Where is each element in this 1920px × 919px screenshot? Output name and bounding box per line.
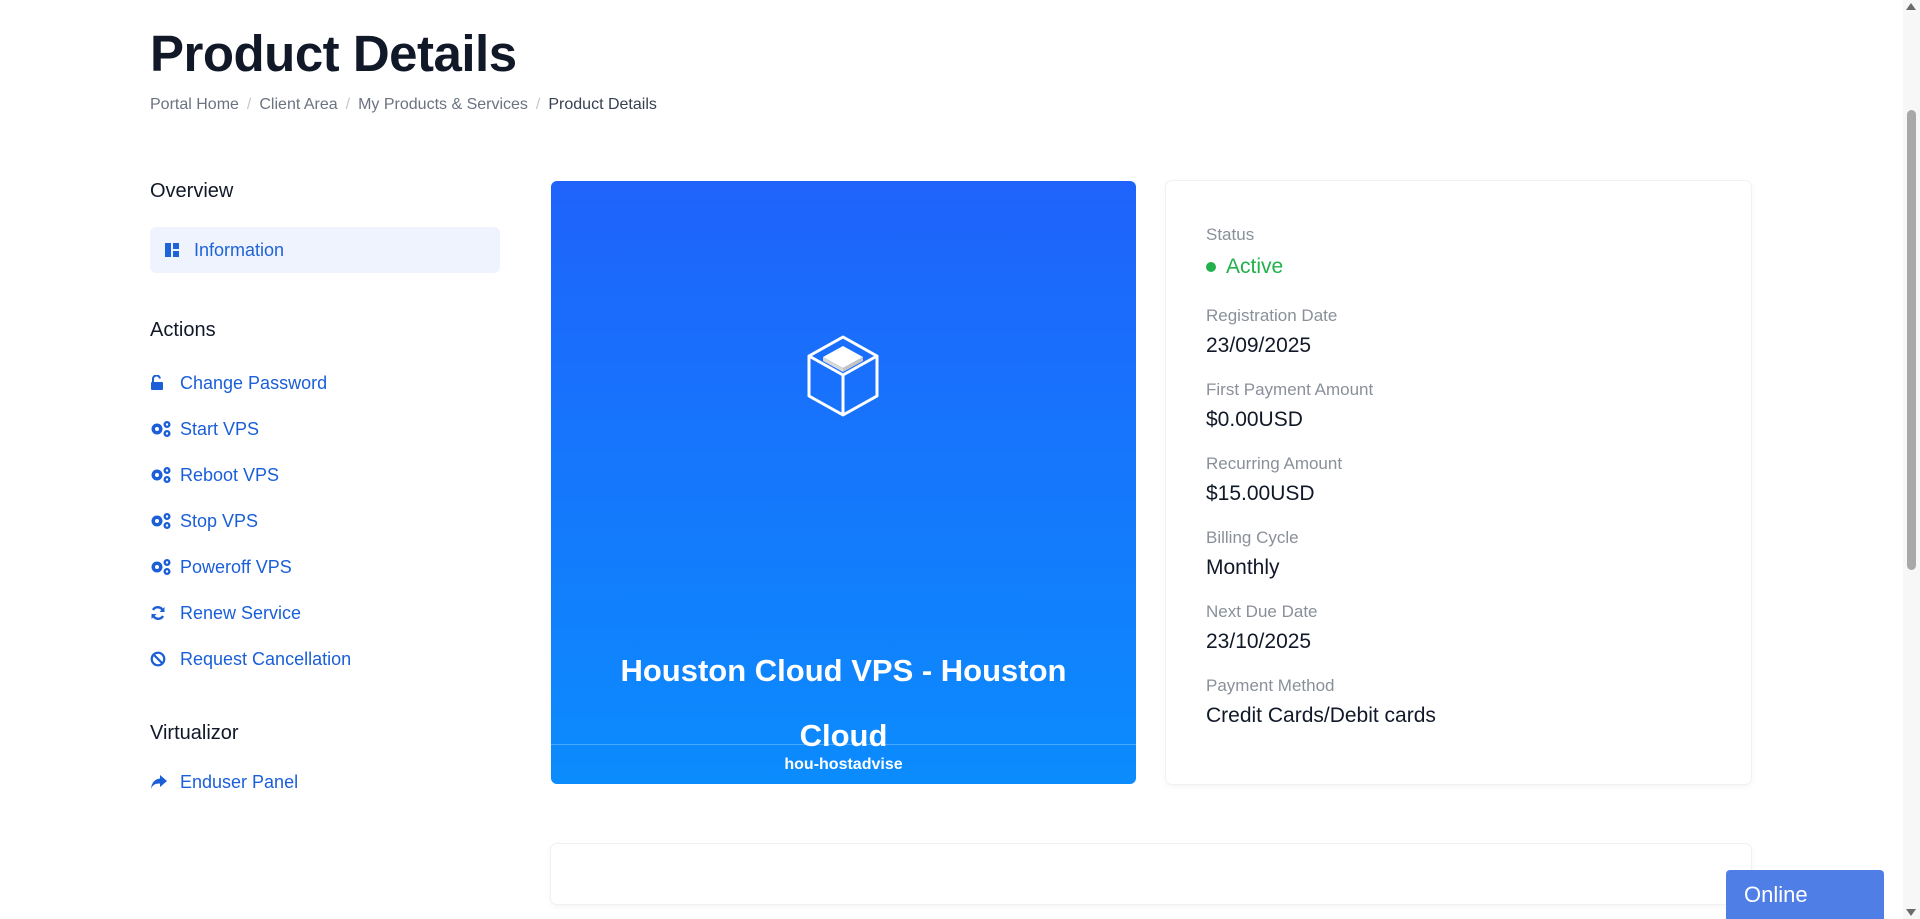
gears-icon [150,420,180,438]
scrollbar-thumb[interactable] [1907,110,1916,570]
sidebar-item-label: Reboot VPS [180,464,280,485]
breadcrumb-separator: / [345,96,351,113]
sidebar-heading-actions: Actions [150,319,216,341]
scroll-up-arrow-icon[interactable] [1906,3,1916,10]
share-icon [150,774,180,790]
sidebar-item-label: Request Cancellation [180,648,352,669]
unlock-icon [150,375,180,391]
sidebar-item-request-cancellation[interactable]: Request Cancellation [150,636,500,682]
breadcrumb-current: Product Details [548,96,657,113]
payment-method-value: Credit Cards/Debit cards [1206,704,1436,727]
sidebar-item-label: Start VPS [180,418,260,439]
sidebar-item-stop-vps[interactable]: Stop VPS [150,498,500,544]
billing-cycle-label: Billing Cycle [1206,528,1299,547]
sidebar-heading-virtualizor: Virtualizor [150,722,239,744]
sidebar-item-label: Change Password [180,372,328,393]
breadcrumb-client-area[interactable]: Client Area [259,96,337,114]
cube-icon [805,334,881,423]
breadcrumb: Portal Home / Client Area / My Products … [150,96,657,114]
billing-cycle-field: Billing Cycle Monthly [1206,528,1711,580]
breadcrumb-separator: / [535,96,541,113]
sidebar-item-reboot-vps[interactable]: Reboot VPS [150,452,500,498]
dashboard-icon [164,242,182,258]
ban-icon [150,651,180,667]
recurring-amount-label: Recurring Amount [1206,454,1343,473]
page-title: Product Details [150,25,517,82]
next-due-date-field: Next Due Date 23/10/2025 [1206,602,1711,654]
viewport: Product Details Portal Home / Client Are… [0,0,1920,919]
sidebar-item-information[interactable]: Information [150,227,500,273]
product-card: Houston Cloud VPS - Houston Cloud VPS #4… [551,181,1136,784]
next-due-date-label: Next Due Date [1206,602,1318,621]
registration-date-field: Registration Date 23/09/2025 [1206,306,1711,358]
payment-method-label: Payment Method [1206,676,1335,695]
first-payment-value: $0.00USD [1206,408,1303,431]
billing-cycle-value: Monthly [1206,556,1280,579]
secondary-panel [551,844,1751,904]
gears-icon [150,466,180,484]
sidebar-item-label: Enduser Panel [180,771,299,792]
status-field: Status Active [1206,225,1711,279]
sidebar-item-poweroff-vps[interactable]: Poweroff VPS [150,544,500,590]
product-hostname: hou-hostadvise [551,744,1136,784]
status-dot-icon [1206,262,1216,272]
chat-status-label: Online [1744,881,1808,907]
page-scrollbar[interactable] [1903,0,1920,919]
breadcrumb-separator: / [246,96,252,113]
sidebar-item-renew-service[interactable]: Renew Service [150,590,500,636]
recurring-amount-field: Recurring Amount $15.00USD [1206,454,1711,506]
registration-date-value: 23/09/2025 [1206,334,1312,357]
status-value: Active [1226,255,1284,278]
sidebar-heading-overview: Overview [150,180,234,202]
scroll-down-arrow-icon[interactable] [1906,909,1916,916]
first-payment-label: First Payment Amount [1206,380,1374,399]
sidebar-item-label: Stop VPS [180,510,259,531]
sidebar-item-enduser-panel[interactable]: Enduser Panel [150,759,500,805]
service-details-card: Status Active Registration Date 23/09/20… [1166,181,1751,784]
gears-icon [150,512,180,530]
status-label: Status [1206,225,1255,244]
first-payment-field: First Payment Amount $0.00USD [1206,380,1711,432]
sidebar-item-change-password[interactable]: Change Password [150,360,500,406]
sync-icon [150,605,180,621]
sidebar: Overview Information Actions Change Pass… [150,180,500,805]
live-chat-button[interactable]: Online [1726,870,1884,919]
gears-icon [150,558,180,576]
breadcrumb-portal-home[interactable]: Portal Home [150,96,239,114]
next-due-date-value: 23/10/2025 [1206,630,1312,653]
sidebar-item-start-vps[interactable]: Start VPS [150,406,500,452]
sidebar-item-label: Renew Service [180,602,302,623]
recurring-amount-value: $15.00USD [1206,482,1315,505]
payment-method-field: Payment Method Credit Cards/Debit cards [1206,676,1711,728]
sidebar-item-label: Information [194,239,285,260]
registration-date-label: Registration Date [1206,306,1338,325]
breadcrumb-my-products[interactable]: My Products & Services [358,96,528,114]
sidebar-item-label: Poweroff VPS [180,556,292,577]
status-badge: Active [1206,255,1711,279]
